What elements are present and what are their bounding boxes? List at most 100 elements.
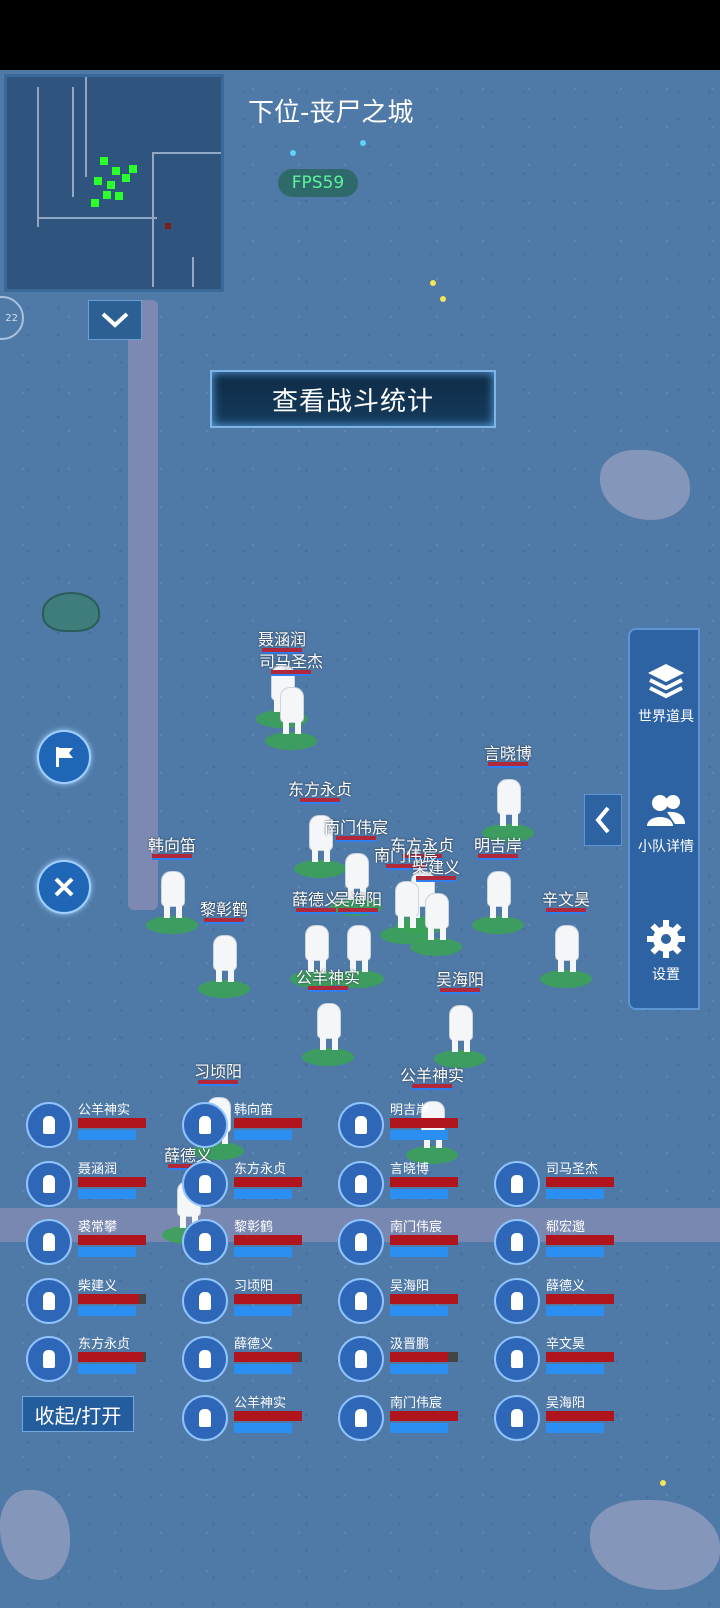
avatar (182, 1102, 228, 1148)
mana-bar (390, 1130, 448, 1140)
squad-member-name: 聂涵润 (78, 1162, 118, 1177)
health-bar (234, 1294, 302, 1304)
squad-details-label: 小队详情 (638, 839, 694, 855)
minimap-wall (37, 217, 157, 219)
mana-bar (390, 1364, 448, 1374)
cancel-button[interactable] (37, 860, 91, 914)
settings-button[interactable]: 设置 (630, 920, 702, 984)
character-sprite (199, 1175, 211, 1193)
minimap-wall (72, 87, 74, 197)
mana-bar (390, 1247, 448, 1257)
health-bar (234, 1177, 302, 1187)
squad-member[interactable]: 汲晋鹏 (338, 1336, 488, 1388)
squad-member[interactable]: 黎彰鹤 (182, 1219, 332, 1271)
mana-bar (546, 1247, 604, 1257)
avatar (494, 1336, 540, 1382)
avatar (338, 1336, 384, 1382)
field-character[interactable]: 司马圣杰 (251, 648, 331, 768)
character-sprite (348, 926, 370, 960)
squad-member[interactable]: 司马圣杰 (494, 1161, 644, 1213)
side-panel-collapse-button[interactable] (584, 794, 622, 846)
squad-member[interactable]: 薛德义 (182, 1336, 332, 1388)
rally-flag-button[interactable] (37, 730, 91, 784)
squad-member[interactable]: 吴海阳 (494, 1395, 644, 1447)
squad-member[interactable]: 东方永贞 (182, 1161, 332, 1213)
squad-member-name: 吴海阳 (546, 1396, 586, 1411)
character-leg (452, 1038, 458, 1052)
squad-member[interactable]: 东方永贞 (26, 1336, 176, 1388)
avatar (182, 1219, 228, 1265)
squad-member[interactable]: 吴海阳 (338, 1278, 488, 1330)
squad-member[interactable]: 裘常攀 (26, 1219, 176, 1271)
health-bar (78, 1294, 146, 1304)
squad-member-name: 郗宏邈 (546, 1220, 586, 1235)
minimap-enemy-dot (165, 223, 171, 229)
field-character[interactable]: 黎彰鹤 (184, 896, 264, 1016)
minimap-expand-button[interactable] (88, 300, 142, 340)
health-bar (234, 1235, 302, 1245)
battle-stats-button[interactable]: 查看战斗统计 (210, 370, 496, 428)
minimap-ally-dot (91, 199, 99, 207)
avatar (494, 1161, 540, 1207)
squad-member[interactable]: 言晓博 (338, 1161, 488, 1213)
minimap-ally-dot (103, 191, 111, 199)
minimap-ally-dot (112, 167, 120, 175)
mana-bar (78, 1189, 136, 1199)
mana-bar (546, 1189, 604, 1199)
character-sprite (281, 688, 303, 722)
character-sprite (355, 1175, 367, 1193)
squad-member[interactable]: 习顷阳 (182, 1278, 332, 1330)
close-icon (54, 877, 74, 897)
squad-member-name: 东方永贞 (78, 1337, 131, 1352)
minimap-wall (152, 152, 221, 154)
character-sprite (498, 780, 520, 814)
health-bar (234, 1411, 302, 1421)
world-items-button[interactable]: 世界道具 (630, 662, 702, 726)
pond (0, 1490, 70, 1580)
selection-ring (540, 970, 592, 988)
squad-member[interactable]: 柴建义 (26, 1278, 176, 1330)
mana-bar (234, 1364, 292, 1374)
character-leg (283, 720, 289, 734)
squad-details-button[interactable]: 小队详情 (630, 792, 702, 856)
mana-bar (390, 1306, 448, 1316)
health-fill (546, 1294, 614, 1304)
health-bar (390, 1235, 458, 1245)
health-fill (234, 1294, 300, 1304)
character-name: 吴海阳 (435, 970, 484, 989)
users-icon (647, 795, 685, 826)
health-bar (546, 1411, 614, 1421)
squad-member[interactable]: 辛文昊 (494, 1336, 644, 1388)
field-character[interactable]: 公羊神实 (288, 964, 368, 1084)
character-name: 辛文昊 (541, 890, 590, 909)
avatar (182, 1278, 228, 1324)
squad-member[interactable]: 韩向笛 (182, 1102, 332, 1154)
squad-member[interactable]: 公羊神实 (26, 1102, 176, 1154)
mana-bar (546, 1306, 604, 1316)
squad-member[interactable]: 聂涵润 (26, 1161, 176, 1213)
squad-member[interactable]: 郗宏邈 (494, 1219, 644, 1271)
avatar (338, 1161, 384, 1207)
minimap[interactable] (4, 74, 224, 292)
avatar (26, 1102, 72, 1148)
squad-member[interactable]: 南门伟宸 (338, 1395, 488, 1447)
character-sprite (43, 1175, 55, 1193)
mana-bar (78, 1306, 136, 1316)
character-name: 韩向笛 (147, 836, 196, 855)
squad-member[interactable]: 薛德义 (494, 1278, 644, 1330)
character-leg (502, 904, 508, 918)
field-character[interactable]: 辛文昊 (526, 886, 606, 1006)
character-leg (320, 1036, 326, 1050)
roster-collapse-button[interactable]: 收起/打开 (22, 1396, 134, 1432)
field-character[interactable]: 柴建义 (396, 854, 476, 974)
squad-member[interactable]: 公羊神实 (182, 1395, 332, 1447)
squad-member[interactable]: 明吉岸 (338, 1102, 488, 1154)
character-sprite (355, 1116, 367, 1134)
mana-bar (234, 1247, 292, 1257)
character-sprite (355, 1409, 367, 1427)
character-name: 司马圣杰 (258, 652, 323, 671)
squad-member[interactable]: 南门伟宸 (338, 1219, 488, 1271)
character-sprite (511, 1409, 523, 1427)
squad-member-name: 吴海阳 (390, 1279, 430, 1294)
health-bar (78, 1177, 146, 1187)
